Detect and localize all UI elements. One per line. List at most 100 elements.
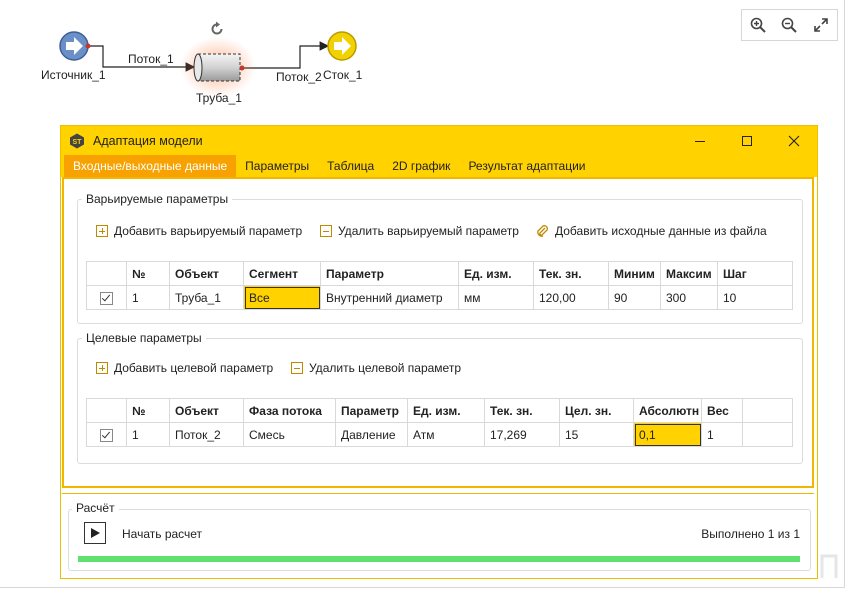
cell-absolute[interactable]: 0,1 (633, 422, 702, 447)
column-header[interactable]: Ед. изм. (407, 398, 485, 423)
cell-phase[interactable]: Смесь (243, 422, 336, 447)
remove-target-param-button[interactable]: Удалить целевой параметр (291, 361, 461, 375)
expand-icon[interactable] (810, 14, 832, 36)
cell-parameter[interactable]: Внутренний диаметр (320, 285, 459, 310)
calculation-status: Выполнено 1 из 1 (701, 527, 800, 541)
cell-parameter[interactable]: Давление (335, 422, 408, 447)
zoom-out-icon[interactable] (778, 14, 800, 36)
remove-target-param-label: Удалить целевой параметр (309, 361, 462, 375)
column-header[interactable] (86, 261, 127, 286)
table-header-row: № Объект Фаза потока Параметр Ед. изм. Т… (86, 398, 793, 423)
adaptation-dialog: ST Адаптация модели Входные/выходные дан… (60, 125, 818, 579)
add-data-from-file-button[interactable]: Добавить исходные данные из файла (535, 224, 767, 238)
tab-table[interactable]: Таблица (318, 155, 383, 177)
flow-2-label: Поток_2 (276, 70, 322, 84)
cell-segment[interactable]: Все (243, 285, 321, 310)
tab-parameters[interactable]: Параметры (236, 155, 318, 177)
cell-unit[interactable]: Атм (407, 422, 485, 447)
cell-object[interactable]: Труба_1 (169, 285, 244, 310)
column-header[interactable]: Максим (660, 261, 718, 286)
minus-icon (291, 362, 303, 374)
cell-object[interactable]: Поток_2 (169, 422, 244, 447)
cell-min[interactable]: 90 (608, 285, 661, 310)
title-bar[interactable]: ST Адаптация модели (61, 126, 817, 155)
add-varied-param-button[interactable]: Добавить варьируемый параметр (96, 224, 302, 238)
column-header[interactable]: Ед. изм. (458, 261, 534, 286)
cell-max[interactable]: 300 (660, 285, 718, 310)
refresh-icon[interactable] (209, 21, 225, 37)
tab-content: Варьируемые параметры Добавить варьируем… (62, 177, 814, 488)
column-header[interactable]: Цел. зн. (559, 398, 634, 423)
column-header[interactable]: Параметр (335, 398, 408, 423)
checkbox-checked-icon[interactable] (100, 428, 113, 442)
sink-label: Сток_1 (323, 68, 363, 82)
minimize-icon (695, 140, 705, 142)
cell-current[interactable]: 120,00 (533, 285, 609, 310)
calculation-title: Расчёт (72, 501, 119, 515)
add-target-param-button[interactable]: Добавить целевой параметр (96, 361, 273, 375)
remove-varied-param-button[interactable]: Удалить варьируемый параметр (320, 224, 519, 238)
minimize-button[interactable] (677, 126, 723, 155)
zoom-in-icon[interactable] (747, 14, 769, 36)
minus-icon (320, 225, 332, 237)
play-icon (91, 528, 100, 538)
column-header[interactable]: Параметр (320, 261, 459, 286)
cell-target[interactable]: 15 (559, 422, 634, 447)
start-calculation-label: Начать расчет (122, 527, 203, 541)
cell-current[interactable]: 17,269 (484, 422, 560, 447)
column-header[interactable]: Тек. зн. (533, 261, 609, 286)
progress-bar (78, 556, 800, 562)
cell-number[interactable]: 1 (126, 422, 170, 447)
column-header[interactable]: Тек. зн. (484, 398, 560, 423)
cell-step[interactable]: 10 (717, 285, 793, 310)
checkbox-checked-icon[interactable] (100, 291, 113, 305)
column-header[interactable]: Сегмент (243, 261, 321, 286)
add-target-param-label: Добавить целевой параметр (114, 361, 274, 375)
cell-weight[interactable]: 1 (701, 422, 743, 447)
column-header[interactable] (86, 398, 127, 423)
start-calculation-button[interactable] (84, 522, 106, 544)
table-row[interactable]: 1 Труба_1 Все Внутренний диаметр мм 120,… (86, 285, 793, 310)
tab-2d-chart[interactable]: 2D график (383, 155, 459, 177)
column-header[interactable]: Абсолютн (633, 398, 702, 423)
table-row[interactable]: 1 Поток_2 Смесь Давление Атм 17,269 15 0… (86, 422, 793, 447)
column-header[interactable]: Объект (169, 261, 244, 286)
cell-number[interactable]: 1 (126, 285, 170, 310)
row-checkbox[interactable] (86, 422, 127, 447)
column-header[interactable]: Фаза потока (243, 398, 336, 423)
remove-varied-param-label: Удалить варьируемый параметр (338, 224, 519, 238)
app-logo-icon: ST (70, 133, 84, 148)
plus-icon (96, 362, 108, 374)
cell-empty (742, 422, 793, 447)
source-label: Источник_1 (41, 68, 106, 82)
column-header[interactable]: № (126, 261, 170, 286)
model-diagram: Источник_1 Поток_1 Труба_1 Поток_2 Сток_… (0, 0, 846, 125)
column-header[interactable]: Объект (169, 398, 244, 423)
maximize-icon (742, 135, 752, 146)
tab-io-data[interactable]: Входные/выходные данные (64, 155, 237, 177)
varied-params-table: № Объект Сегмент Параметр Ед. изм. Тек. … (86, 261, 793, 310)
diagram-connections (59, 31, 357, 97)
maximize-button[interactable] (724, 126, 770, 155)
varied-params-title: Варьируемые параметры (82, 192, 233, 206)
side-panel-icon[interactable] (820, 553, 838, 579)
zoom-toolbar (741, 9, 838, 41)
row-checkbox[interactable] (86, 285, 127, 310)
calculation-panel: Расчёт Начать расчет Выполнено 1 из 1 (62, 493, 814, 576)
sink-node-icon (327, 31, 357, 61)
column-header[interactable]: Шаг (717, 261, 793, 286)
target-params-title: Целевые параметры (82, 331, 206, 345)
column-header[interactable]: Вес (701, 398, 743, 423)
column-header[interactable]: Миним (608, 261, 661, 286)
pipe-node-icon (180, 37, 256, 97)
tab-adaptation-result[interactable]: Результат адаптации (459, 155, 594, 177)
flow-1-label: Поток_1 (128, 52, 174, 66)
column-header[interactable]: № (126, 398, 170, 423)
cell-unit[interactable]: мм (458, 285, 534, 310)
pipe-label: Труба_1 (196, 91, 242, 105)
source-node-icon (59, 31, 91, 61)
add-varied-param-label: Добавить варьируемый параметр (114, 224, 303, 238)
close-button[interactable] (771, 126, 817, 155)
plus-icon (96, 225, 108, 237)
table-header-row: № Объект Сегмент Параметр Ед. изм. Тек. … (86, 261, 793, 286)
